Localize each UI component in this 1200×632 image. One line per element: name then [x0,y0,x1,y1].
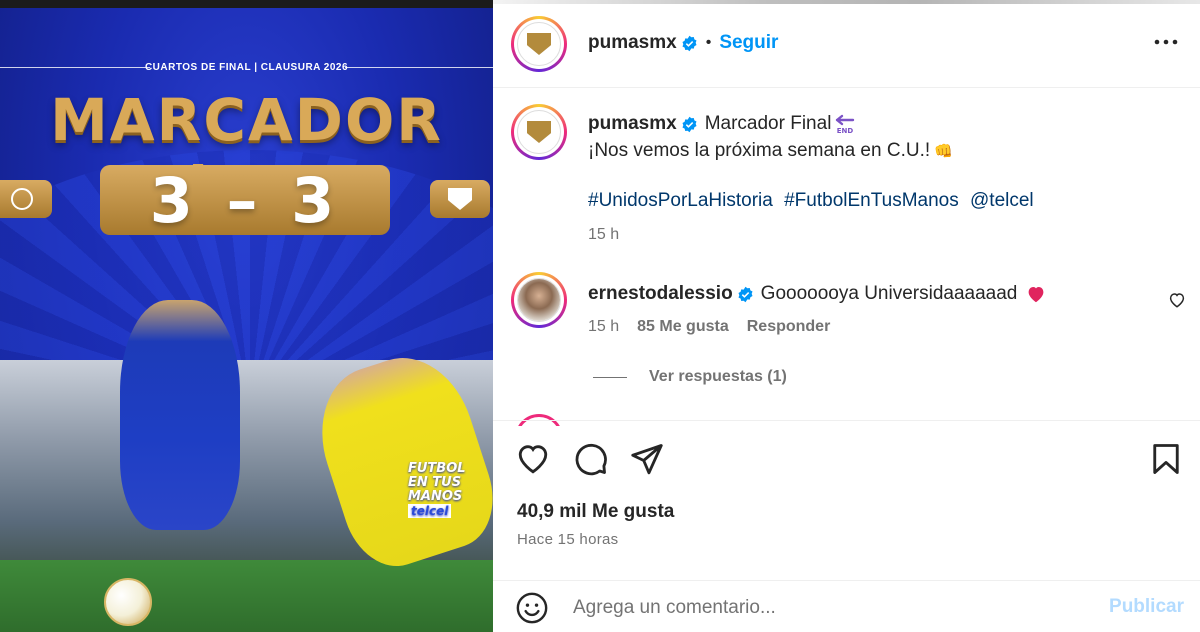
hashtag-link[interactable]: #FutbolEnTusManos [784,190,959,211]
commenter-username[interactable]: ernestodalessio [588,283,733,305]
comment-likes[interactable]: 85 Me gusta [637,318,729,336]
caption-second-line: ¡Nos vemos la próxima semana en C.U.! 👊 [588,140,953,161]
emoji-icon[interactable] [515,591,549,625]
more-options-icon[interactable] [1152,32,1180,52]
comment-composer: Publicar [493,580,1200,632]
reply-button[interactable]: Responder [747,318,831,336]
verified-badge-icon [738,286,753,302]
pumas-player-figure [120,300,240,530]
view-replies-button[interactable]: Ver respuestas (1) [593,368,787,386]
mention-link[interactable]: @telcel [970,190,1034,211]
caption-hashtags: #UnidosPorLaHistoria #FutbolEnTusManos @… [588,190,1040,212]
comment-input[interactable] [573,593,1073,623]
share-icon[interactable] [629,441,665,477]
commenter-photo [518,279,560,321]
pumas-crest-badge [430,180,490,218]
author-username[interactable]: pumasmx [588,32,677,54]
bookmark-icon[interactable] [1148,441,1184,477]
pumas-logo-icon [527,121,551,143]
svg-text:END: END [837,127,854,135]
telcel-brand: telcel [408,504,452,518]
match-stage-subtitle: CUARTOS DE FINAL | CLAUSURA 2026 [144,62,349,73]
comment-text: Gooooooya Universidaaaaaad [760,283,1018,304]
caption-author-avatar[interactable] [511,104,567,160]
total-likes[interactable]: 40,9 mil Me gusta [517,501,674,523]
soccer-ball [104,578,152,626]
end-arrow-emoji: END [836,114,855,135]
follow-button[interactable]: Seguir [719,32,778,54]
comment-meta: 15 h 85 Me gusta Responder [588,318,830,336]
heart-icon[interactable] [515,441,551,477]
commenter-avatar[interactable] [511,272,567,328]
author-info: pumasmx • Seguir [588,32,778,54]
comment-line: ernestodalessio Gooooooya Universidaaaaa… [588,283,1046,305]
post-header: pumasmx • Seguir [493,0,1200,88]
comment-like-heart-icon[interactable] [1168,291,1186,309]
image-top-strip [0,0,493,8]
action-bar [493,420,1200,498]
pumas-logo-icon [527,33,551,55]
caption-username[interactable]: pumasmx [588,113,677,135]
caption-text: Marcador Final [704,113,832,134]
campaign-logo: FUTBOL EN TUS MANOS telcel [408,461,466,518]
pumas-crest-icon [448,188,472,210]
replies-divider [593,376,627,378]
caption-first-line: pumasmx Marcador Final END [588,113,856,135]
verified-badge-icon [682,116,697,132]
pitch [0,560,493,632]
america-crest-badge [0,180,52,218]
author-avatar[interactable] [511,16,567,72]
fist-emoji: 👊 [934,143,953,160]
comment-icon[interactable] [573,441,609,477]
hashtag-link[interactable]: #UnidosPorLaHistoria [588,190,773,211]
comment-timestamp[interactable]: 15 h [588,318,619,336]
separator-dot: • [705,34,712,51]
red-heart-emoji [1028,287,1044,303]
score-box: 3 – 3 [100,164,390,237]
post-panel: pumasmx • Seguir pumasmx Marcador Final [493,0,1200,632]
publish-button[interactable]: Publicar [1109,596,1184,618]
post-image[interactable]: CUARTOS DE FINAL | CLAUSURA 2026 MARCADO… [0,0,493,632]
post-age: Hace 15 horas [517,531,619,548]
america-crest-icon [11,188,33,210]
caption-timestamp[interactable]: 15 h [588,226,619,244]
verified-badge-icon [682,35,697,51]
